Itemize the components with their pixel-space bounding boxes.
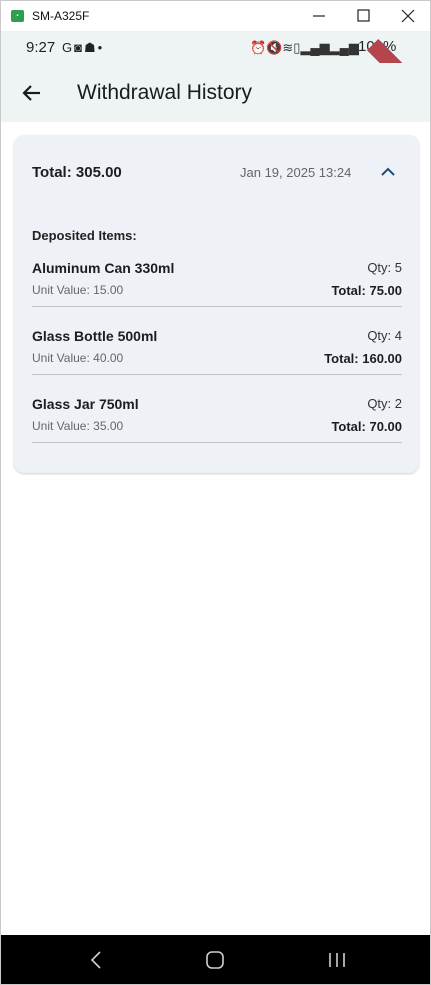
page-title: Withdrawal History	[77, 81, 253, 104]
window-title-bar: ▪ SM-A325F	[1, 1, 430, 32]
signal-icon: ▂▄▆	[300, 40, 330, 55]
minimize-icon[interactable]	[307, 5, 331, 27]
maximize-icon[interactable]	[351, 5, 375, 27]
discord-icon: ◙	[74, 40, 84, 55]
divider	[32, 374, 402, 375]
divider	[32, 442, 402, 443]
deposited-items-label: Deposited Items:	[32, 228, 137, 243]
item-name: Glass Jar 750ml	[32, 396, 139, 412]
notification-icons: G◙☗•	[62, 40, 104, 56]
app-window-icon: ▪	[11, 10, 24, 22]
chevron-up-icon[interactable]	[378, 163, 398, 181]
wifi-icon: ≋	[282, 40, 294, 55]
item-total: Total: 70.00	[331, 419, 402, 434]
list-item: Glass Bottle 500ml Qty: 4 Unit Value: 40…	[32, 328, 402, 396]
mute-icon: 🔇	[266, 40, 283, 55]
item-unit-value: Unit Value: 35.00	[32, 419, 124, 433]
list-item: Glass Jar 750ml Qty: 2 Unit Value: 35.00…	[32, 396, 402, 464]
item-qty: Qty: 5	[367, 260, 402, 275]
item-unit-value: Unit Value: 15.00	[32, 283, 124, 297]
item-name: Aluminum Can 330ml	[32, 260, 175, 276]
close-icon[interactable]	[396, 5, 420, 27]
item-total: Total: 75.00	[331, 283, 402, 298]
item-qty: Qty: 2	[367, 396, 402, 411]
app-bar: Withdrawal History	[1, 63, 430, 122]
alarm-icon: ⏰	[250, 40, 267, 55]
navigation-bar	[1, 935, 430, 984]
divider	[32, 306, 402, 307]
withdrawal-card[interactable]: Total: 305.00 Jan 19, 2025 13:24 Deposit…	[14, 135, 419, 473]
withdrawal-date: Jan 19, 2025 13:24	[240, 165, 352, 180]
item-name: Glass Bottle 500ml	[32, 328, 158, 344]
status-time: 9:27	[26, 39, 56, 56]
home-icon[interactable]	[203, 949, 227, 971]
withdrawal-total: Total: 305.00	[32, 164, 122, 181]
arrow-left-icon[interactable]	[19, 80, 45, 106]
google-icon: G	[62, 40, 75, 55]
item-unit-value: Unit Value: 40.00	[32, 351, 124, 365]
back-icon[interactable]	[85, 949, 109, 971]
dot-icon: •	[97, 40, 105, 55]
incognito-icon: ☗	[83, 40, 98, 55]
device-window: ▪ SM-A325F 9:27 G◙☗• ⏰🔇≋▯▂▄▆▂▄▆ 100% DEB…	[0, 0, 431, 985]
list-item: Aluminum Can 330ml Qty: 5 Unit Value: 15…	[32, 260, 402, 328]
window-title: SM-A325F	[32, 9, 90, 23]
status-bar: 9:27 G◙☗• ⏰🔇≋▯▂▄▆▂▄▆ 100% DEBUG	[1, 32, 430, 122]
item-total: Total: 160.00	[324, 351, 402, 366]
system-icons: ⏰🔇≋▯▂▄▆▂▄▆	[250, 40, 359, 56]
recents-icon[interactable]	[325, 949, 349, 971]
item-qty: Qty: 4	[367, 328, 402, 343]
signal-icon: ▂▄▆	[329, 40, 359, 55]
